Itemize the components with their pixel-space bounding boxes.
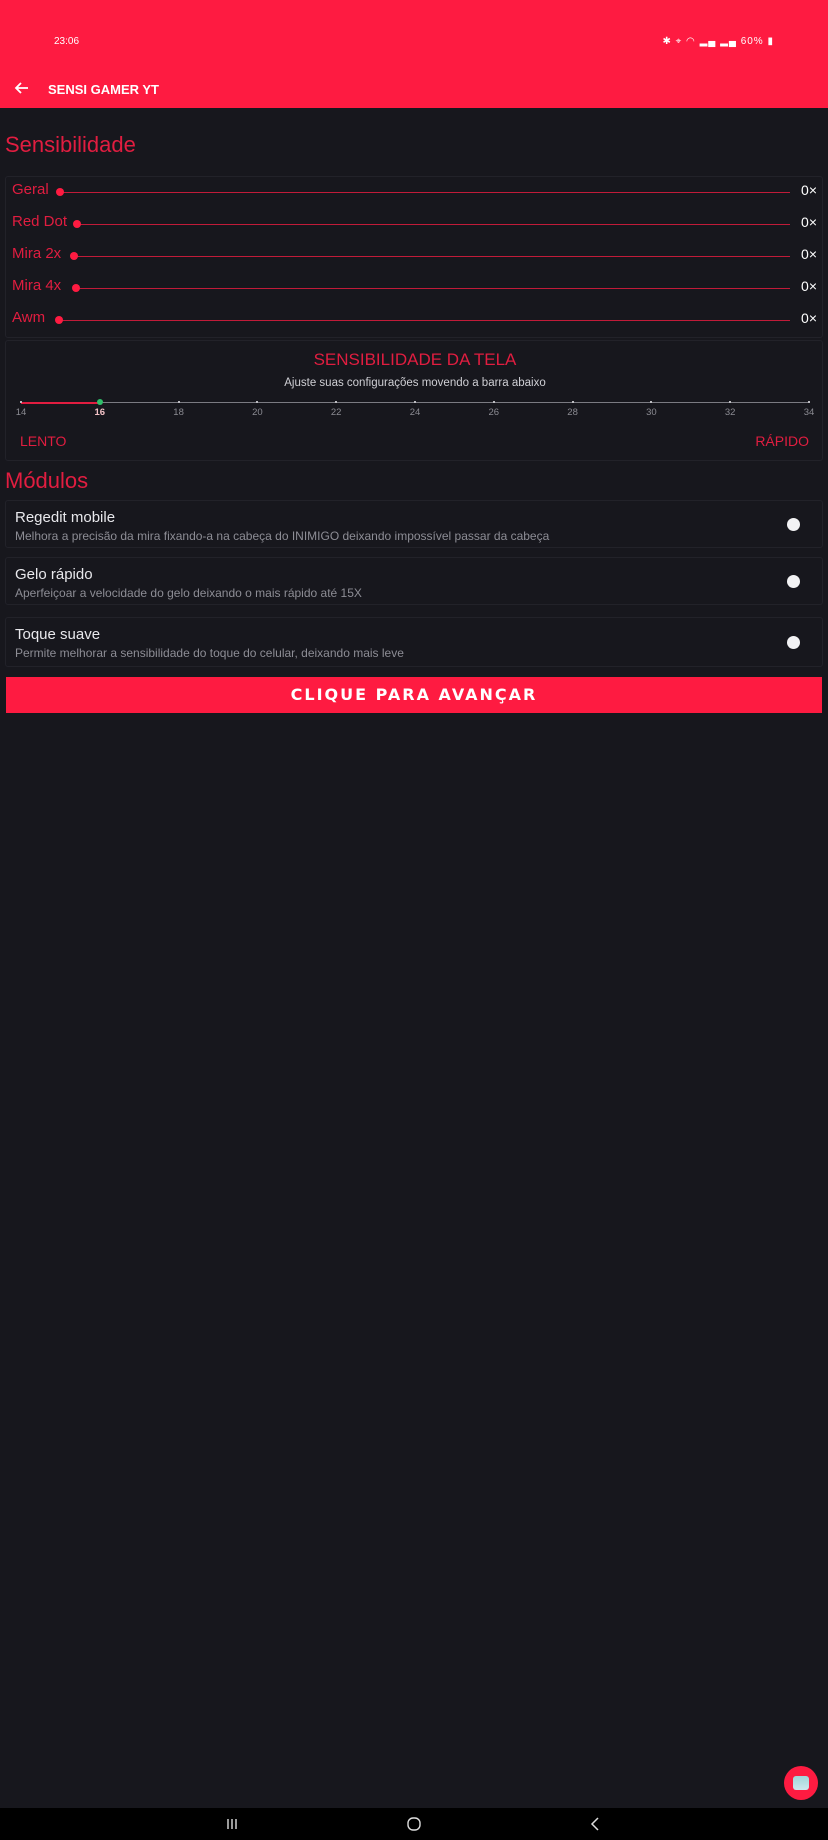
sensitivity-label: Geral [12, 181, 49, 198]
app-icon [793, 1776, 809, 1790]
sensitivity-thumb[interactable] [55, 316, 63, 324]
battery-icon: ▮ [767, 36, 774, 47]
module-description: Aperfeiçoar a velocidade do gelo deixand… [15, 586, 362, 600]
sensitivity-track[interactable] [60, 192, 790, 193]
location-icon: ⌖ [675, 36, 683, 47]
module-radio[interactable] [787, 636, 800, 649]
recent-apps-icon[interactable] [222, 1816, 242, 1832]
module-title: Gelo rápido [15, 566, 93, 583]
sensitivity-row-mira-4x: Mira 4x 0× [6, 273, 824, 305]
status-icons: ✱ ⌖ ◠ ▂▄ ▂▄ 60% ▮ [662, 36, 774, 47]
module-toque-suave[interactable]: Toque suave Permite melhorar a sensibili… [5, 617, 823, 667]
slider-tick-label: 28 [567, 407, 578, 418]
sensitivity-row-red-dot: Red Dot 0× [6, 209, 824, 241]
slow-label: LENTO [20, 433, 67, 449]
module-description: Permite melhorar a sensibilidade do toqu… [15, 646, 404, 660]
system-nav-bar [0, 1808, 828, 1840]
slider-tick [20, 401, 22, 403]
sensitivity-thumb[interactable] [73, 220, 81, 228]
module-regedit-mobile[interactable]: Regedit mobile Melhora a precisão da mir… [5, 500, 823, 548]
sensitivity-card: Geral 0× Red Dot 0× Mira 2x 0× Mira 4x 0… [5, 176, 823, 338]
sensitivity-row-mira-2x: Mira 2x 0× [6, 241, 824, 273]
slider-tick-label: 32 [724, 407, 736, 418]
screen-sensitivity-fill [21, 402, 100, 404]
app-bar: 23:06 ✱ ⌖ ◠ ▂▄ ▂▄ 60% ▮ SENSI GAMER YT [0, 0, 828, 108]
slider-tick-label: 26 [488, 407, 500, 418]
screen-sensitivity-title: SENSIBILIDADE DA TELA [313, 350, 517, 369]
slider-tick-label: 18 [173, 407, 184, 418]
floating-action-button[interactable] [784, 1766, 818, 1800]
sensitivity-value: 0× [801, 246, 817, 262]
slider-tick [335, 401, 338, 403]
advance-button[interactable]: CLIQUE PARA AVANÇAR [6, 677, 822, 713]
back-arrow-icon[interactable] [12, 78, 32, 98]
sensitivity-row-geral: Geral 0× [6, 177, 824, 209]
section-title-sensibilidade: Sensibilidade [5, 132, 136, 157]
bluetooth-icon: ✱ [662, 36, 672, 47]
sensitivity-label: Mira 2x [12, 245, 62, 262]
slider-tick [808, 401, 810, 403]
slider-tick [650, 401, 653, 403]
module-title: Toque suave [15, 626, 101, 643]
slider-tick-label: 22 [330, 407, 342, 418]
module-radio[interactable] [787, 575, 800, 588]
sensitivity-track[interactable] [74, 256, 790, 257]
sensitivity-value: 0× [801, 310, 817, 326]
sensitivity-thumb[interactable] [70, 252, 78, 260]
sensitivity-track[interactable] [59, 320, 790, 321]
home-icon[interactable] [404, 1816, 424, 1832]
slider-tick [729, 401, 732, 403]
signal-icon: ▂▄ [720, 36, 737, 47]
module-radio[interactable] [787, 518, 800, 531]
module-description: Melhora a precisão da mira fixando-a na … [15, 529, 550, 543]
slider-tick [414, 401, 416, 403]
status-time: 23:06 [54, 36, 80, 47]
screen-sensitivity-card: SENSIBILIDADE DA TELA Ajuste suas config… [5, 340, 823, 461]
sensitivity-value: 0× [801, 214, 817, 230]
sensitivity-row-awm: Awm 0× [6, 305, 824, 337]
sensitivity-thumb[interactable] [56, 188, 64, 196]
sensitivity-value: 0× [801, 278, 817, 294]
sensitivity-thumb[interactable] [72, 284, 80, 292]
slider-tick-label: 34 [803, 407, 815, 418]
slider-tick-label: 24 [409, 407, 421, 418]
slider-tick [492, 401, 495, 403]
sensitivity-label: Mira 4x [12, 277, 62, 294]
back-icon[interactable] [586, 1816, 606, 1832]
wifi-icon: ◠ [686, 36, 696, 47]
module-gelo-rapido[interactable]: Gelo rápido Aperfeiçoar a velocidade do … [5, 557, 823, 605]
fast-label: RÁPIDO [755, 433, 809, 449]
sensitivity-label: Red Dot [12, 213, 68, 230]
app-title: SENSI GAMER YT [48, 82, 160, 97]
slider-tick-label: 14 [15, 407, 27, 418]
screen-sensitivity-subtitle: Ajuste suas configurações movendo a barr… [284, 377, 546, 389]
module-title: Regedit mobile [15, 509, 116, 526]
screen-sensitivity-thumb[interactable] [96, 399, 103, 405]
slider-tick-label: 20 [252, 407, 263, 418]
signal-icon: ▂▄ [699, 36, 717, 47]
slider-tick [571, 401, 574, 403]
sensitivity-track[interactable] [76, 288, 790, 289]
sensitivity-value: 0× [801, 182, 817, 198]
section-title-modulos: Módulos [5, 468, 89, 493]
slider-tick [256, 401, 259, 403]
slider-tick-label: 16 [94, 407, 106, 418]
slider-tick-label: 30 [646, 407, 657, 418]
sensitivity-track[interactable] [77, 224, 790, 225]
slider-tick [177, 401, 180, 403]
sensitivity-label: Awm [12, 309, 46, 326]
battery-text: 60% [740, 36, 764, 47]
